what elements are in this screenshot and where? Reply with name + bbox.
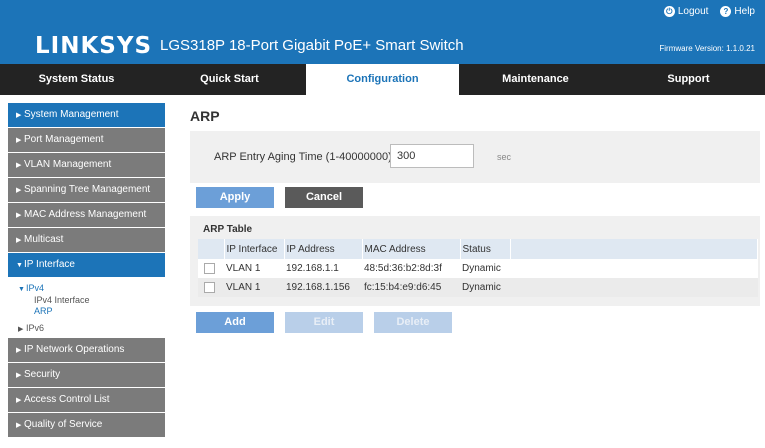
firmware-version: Firmware Version: 1.1.0.21 [659,44,755,53]
aging-time-input[interactable] [390,144,474,168]
power-icon: ⏻ [663,6,675,17]
delete-button[interactable]: Delete [374,312,452,333]
aging-time-panel: ARP Entry Aging Time (1-40000000): sec [190,131,760,183]
tab-configuration[interactable]: Configuration [306,64,459,95]
caret-down-icon: ▼ [16,262,23,269]
sidebar-item-label: IP Interface [24,259,75,270]
sidebar-item-quality-of-service[interactable]: ▶ Quality of Service [8,413,165,437]
cell-ip-interface: VLAN 1 [224,278,284,297]
table-row[interactable]: VLAN 1 192.168.1.1 48:5d:36:b2:8d:3f Dyn… [198,259,758,278]
page-title: ARP [190,108,220,124]
cell-ip-address: 192.168.1.1 [284,259,362,278]
sidebar-item-label: Security [24,369,61,380]
submenu-ipv4[interactable]: ▼IPv4 [18,282,165,295]
caret-right-icon: ▶ [16,347,22,354]
table-header-row: IP Interface IP Address MAC Address Stat… [198,239,758,259]
aging-time-unit: sec [497,152,512,162]
sidebar-item-multicast[interactable]: ▶ Multicast [8,228,165,252]
caret-right-icon: ▶ [16,162,22,169]
column-header-ip-interface: IP Interface [224,239,285,259]
logout-link[interactable]: ⏻ Logout [663,6,709,17]
sidebar-item-access-control-list[interactable]: ▶ Access Control List [8,388,165,412]
cell-mac-address: 48:5d:36:b2:8d:3f [362,259,460,278]
submenu-arp[interactable]: ARP [18,306,165,317]
cell-ip-interface: VLAN 1 [224,259,284,278]
arp-table-title: ARP Table [203,224,253,235]
column-header-filler [510,239,758,259]
cell-filler [510,259,758,278]
cell-mac-address: fc:15:b4:e9:d6:45 [362,278,460,297]
cell-status: Dynamic [460,259,510,278]
caret-right-icon: ▶ [18,326,24,333]
ip-interface-submenu: ▼IPv4 IPv4 Interface ARP ▶ IPv6 [8,278,165,337]
column-header-status: Status [460,239,511,259]
top-links: ⏻ Logout ? Help [663,6,755,17]
sidebar-item-label: Quality of Service [24,419,103,430]
arp-table: IP Interface IP Address MAC Address Stat… [198,239,758,297]
row-checkbox[interactable] [204,281,215,293]
submenu-ipv6[interactable]: ▶ IPv6 [18,322,165,335]
cancel-button[interactable]: Cancel [285,187,363,208]
main-nav: System Status Quick Start Configuration … [0,64,765,95]
caret-right-icon: ▶ [16,397,22,404]
sidebar-item-label: Port Management [24,134,104,145]
sidebar-item-label: Multicast [24,234,64,245]
row-select-cell [198,278,224,297]
linksys-logo: LINKSYS [35,33,153,59]
device-model-title: LGS318P 18-Port Gigabit PoE+ Smart Switc… [160,37,464,54]
sidebar-item-label: VLAN Management [24,159,112,170]
cell-filler [510,278,758,297]
aging-time-label: ARP Entry Aging Time (1-40000000): [214,151,395,163]
submenu-ipv4-interface[interactable]: IPv4 Interface [18,295,165,306]
caret-right-icon: ▶ [16,212,22,219]
cell-ip-address: 192.168.1.156 [284,278,362,297]
sidebar-item-mac-address[interactable]: ▶ MAC Address Management [8,203,165,227]
submenu-ipv4-label: IPv4 [26,283,45,293]
arp-table-panel: ARP Table IP Interface IP Address MAC Ad… [190,216,760,306]
sidebar-item-spanning-tree[interactable]: ▶ Spanning Tree Management [8,178,165,202]
table-row[interactable]: VLAN 1 192.168.1.156 fc:15:b4:e9:d6:45 D… [198,278,758,297]
sidebar-item-label: Spanning Tree Management [24,184,151,195]
sidebar: ▶ System Management ▶ Port Management ▶ VLA… [8,103,165,438]
sidebar-item-system-management[interactable]: ▶ System Management [8,103,165,127]
edit-button[interactable]: Edit [285,312,363,333]
submenu-ipv6-label: IPv6 [26,323,45,333]
cell-status: Dynamic [460,278,510,297]
tab-quick-start[interactable]: Quick Start [153,64,306,95]
row-checkbox[interactable] [204,262,215,274]
help-link[interactable]: ? Help [720,6,755,17]
caret-right-icon: ▶ [16,187,22,194]
column-header-mac-address: MAC Address [362,239,461,259]
sidebar-item-label: System Management [24,109,119,120]
tab-support[interactable]: Support [612,64,765,95]
app-header: LINKSYS LGS318P 18-Port Gigabit PoE+ Sma… [0,0,765,64]
tab-system-status[interactable]: System Status [0,64,153,95]
column-header-ip-address: IP Address [284,239,363,259]
sidebar-item-vlan-management[interactable]: ▶ VLAN Management [8,153,165,177]
sidebar-item-ip-interface[interactable]: ▼IP Interface [8,253,165,277]
caret-right-icon: ▶ [16,237,22,244]
caret-right-icon: ▶ [16,372,22,379]
caret-right-icon: ▶ [16,112,22,119]
logout-label: Logout [677,6,709,17]
row-select-cell [198,259,224,278]
help-label: Help [734,6,755,17]
sidebar-item-port-management[interactable]: ▶ Port Management [8,128,165,152]
sidebar-item-ip-network-operations[interactable]: ▶ IP Network Operations [8,338,165,362]
caret-right-icon: ▶ [16,137,22,144]
sidebar-item-label: Access Control List [24,394,110,405]
add-button[interactable]: Add [196,312,274,333]
help-icon: ? [720,6,732,17]
apply-button[interactable]: Apply [196,187,274,208]
tab-maintenance[interactable]: Maintenance [459,64,612,95]
caret-down-icon: ▼ [18,286,25,293]
sidebar-item-label: MAC Address Management [24,209,147,220]
sidebar-item-security[interactable]: ▶ Security [8,363,165,387]
sidebar-item-label: IP Network Operations [24,344,125,355]
caret-right-icon: ▶ [16,422,22,429]
select-column-header [198,239,225,259]
